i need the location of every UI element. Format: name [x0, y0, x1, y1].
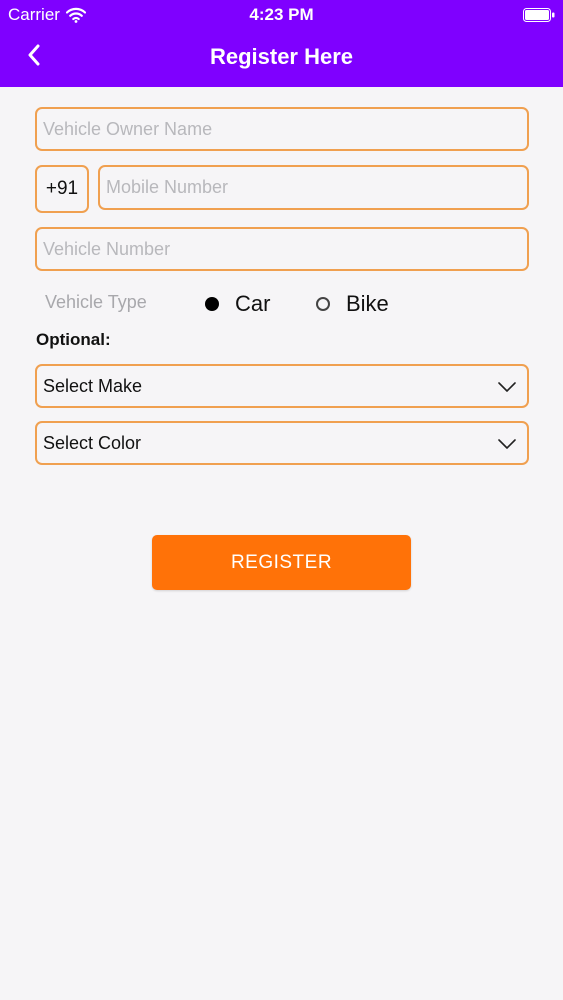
nav-bar: Register Here [0, 28, 563, 87]
radio-label-bike: Bike [346, 291, 389, 316]
page-title: Register Here [209, 44, 354, 69]
mobile-field-wrapper [98, 165, 529, 210]
chevron-down-icon [497, 380, 517, 392]
vehicle-number-field-wrapper [35, 227, 529, 271]
header: Carrier 4:23 PM Register Here [0, 0, 563, 87]
owner-name-field-wrapper [35, 107, 529, 151]
status-time: 4:23 PM [249, 5, 314, 24]
radio-option-car[interactable]: Car [205, 291, 270, 317]
radio-unselected-icon [316, 297, 330, 311]
country-code-value: +91 [45, 178, 79, 199]
register-button[interactable]: REGISTER [152, 535, 411, 590]
vehicle-number-input[interactable] [37, 229, 527, 269]
select-color-value: Select Color [43, 432, 142, 453]
select-make-dropdown[interactable]: Select Make [35, 364, 529, 408]
owner-name-input[interactable] [37, 109, 527, 149]
battery-icon [523, 7, 555, 22]
radio-selected-icon [205, 297, 219, 311]
optional-section-label: Optional: [36, 330, 111, 349]
mobile-number-input[interactable] [100, 167, 527, 208]
chevron-down-icon [497, 437, 517, 449]
vehicle-type-label: Vehicle Type [45, 292, 147, 312]
status-bar: Carrier 4:23 PM [0, 0, 563, 28]
select-color-dropdown[interactable]: Select Color [35, 421, 529, 465]
radio-option-bike[interactable]: Bike [316, 291, 389, 317]
select-make-value: Select Make [43, 375, 143, 396]
country-code-field[interactable]: +91 [35, 165, 89, 213]
radio-label-car: Car [235, 291, 271, 316]
